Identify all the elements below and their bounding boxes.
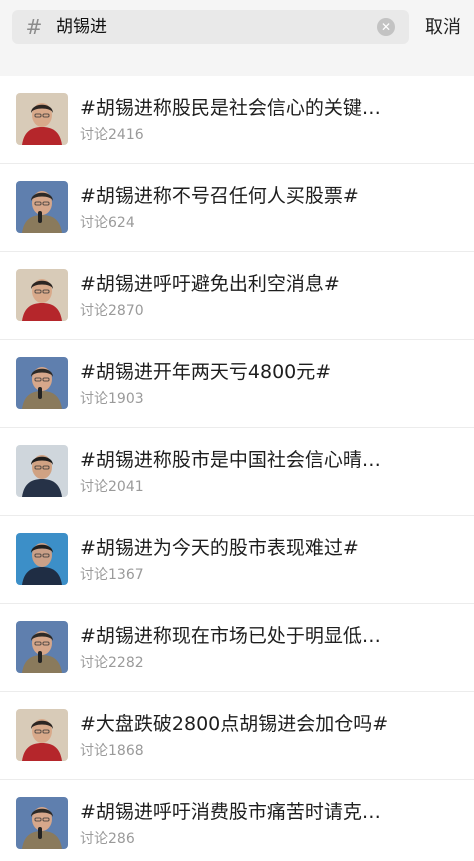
topic-title[interactable]: #胡锡进称股市是中国社会信心晴… — [80, 447, 460, 473]
list-item[interactable]: #胡锡进开年两天亏4800元# 讨论1903 — [0, 340, 474, 428]
list-item[interactable]: #胡锡进呼吁避免出利空消息# 讨论2870 — [0, 252, 474, 340]
avatar-portrait — [16, 621, 68, 673]
list-item[interactable]: #胡锡进称现在市场已处于明显低… 讨论2282 — [0, 604, 474, 692]
topic-title[interactable]: #胡锡进为今天的股市表现难过# — [80, 535, 460, 561]
topic-title[interactable]: #胡锡进称股民是社会信心的关键… — [80, 95, 460, 121]
section-divider — [0, 58, 474, 76]
avatar — [16, 709, 68, 761]
discussion-count: 讨论1367 — [80, 567, 144, 583]
discussion-count: 讨论2870 — [80, 303, 144, 319]
hash-icon: # — [25, 15, 43, 39]
avatar — [16, 181, 68, 233]
avatar-portrait — [16, 93, 68, 145]
avatar — [16, 93, 68, 145]
avatar-portrait — [16, 445, 68, 497]
list-item[interactable]: #胡锡进称股民是社会信心的关键… 讨论2416 — [0, 76, 474, 164]
discussion-count: 讨论2041 — [80, 479, 144, 495]
list-item[interactable]: #大盘跌破2800点胡锡进会加仓吗# 讨论1868 — [0, 692, 474, 780]
discussion-count: 讨论2416 — [80, 127, 144, 143]
avatar-portrait — [16, 181, 68, 233]
avatar-portrait — [16, 797, 68, 849]
topic-title[interactable]: #胡锡进称现在市场已处于明显低… — [80, 623, 460, 649]
discussion-count: 讨论2282 — [80, 655, 144, 671]
list-item[interactable]: #胡锡进称不号召任何人买股票# 讨论624 — [0, 164, 474, 252]
avatar — [16, 445, 68, 497]
topic-results-list: #胡锡进称股民是社会信心的关键… 讨论2416 #胡锡进称不号召任何人买股票# … — [0, 76, 474, 861]
list-item[interactable]: #胡锡进呼吁消费股市痛苦时请克… 讨论286 — [0, 780, 474, 861]
list-item[interactable]: #胡锡进为今天的股市表现难过# 讨论1367 — [0, 516, 474, 604]
avatar-portrait — [16, 269, 68, 321]
topic-title[interactable]: #胡锡进称不号召任何人买股票# — [80, 183, 460, 209]
discussion-count: 讨论286 — [80, 831, 135, 847]
avatar-portrait — [16, 709, 68, 761]
cancel-button[interactable]: 取消 — [425, 14, 469, 42]
avatar — [16, 621, 68, 673]
topic-title[interactable]: #大盘跌破2800点胡锡进会加仓吗# — [80, 711, 460, 737]
discussion-count: 讨论624 — [80, 215, 135, 231]
clear-icon[interactable]: ✕ — [377, 18, 395, 36]
search-box[interactable]: # 胡锡进 ✕ — [12, 10, 409, 44]
avatar — [16, 269, 68, 321]
discussion-count: 讨论1868 — [80, 743, 144, 759]
discussion-count: 讨论1903 — [80, 391, 144, 407]
topic-title[interactable]: #胡锡进呼吁避免出利空消息# — [80, 271, 460, 297]
avatar-portrait — [16, 357, 68, 409]
list-item[interactable]: #胡锡进称股市是中国社会信心晴… 讨论2041 — [0, 428, 474, 516]
avatar — [16, 797, 68, 849]
search-header: # 胡锡进 ✕ 取消 — [0, 0, 474, 58]
topic-title[interactable]: #胡锡进呼吁消费股市痛苦时请克… — [80, 799, 460, 825]
avatar-portrait — [16, 533, 68, 585]
avatar — [16, 533, 68, 585]
topic-title[interactable]: #胡锡进开年两天亏4800元# — [80, 359, 460, 385]
search-input[interactable]: 胡锡进 — [56, 10, 366, 44]
avatar — [16, 357, 68, 409]
